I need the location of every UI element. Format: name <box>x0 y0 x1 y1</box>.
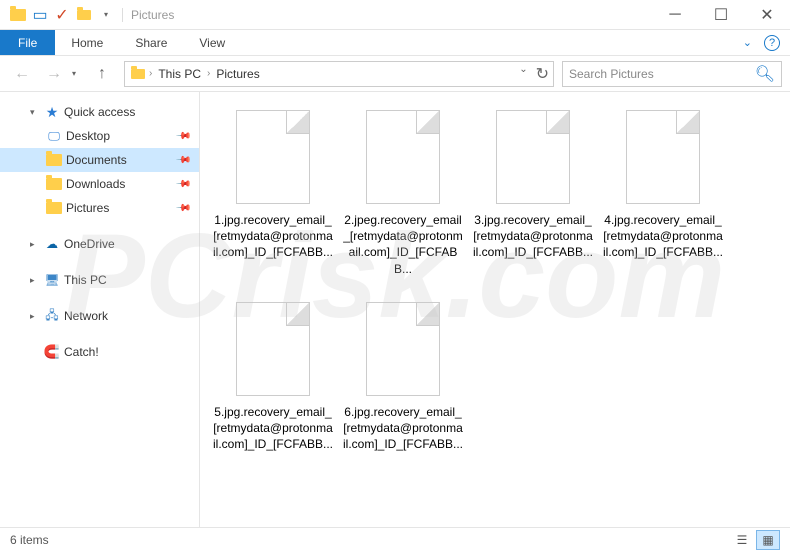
file-icon <box>496 110 570 204</box>
pin-icon: 📌 <box>174 176 191 193</box>
details-view-button[interactable]: ☰ <box>730 530 754 550</box>
window-title: Pictures <box>122 8 174 22</box>
ribbon-file-tab[interactable]: File <box>0 30 55 55</box>
file-icon <box>236 302 310 396</box>
file-item[interactable]: 1.jpg.recovery_email_[retmydata@protonma… <box>208 104 338 296</box>
magnet-icon: 🧲 <box>44 344 60 360</box>
search-placeholder: Search Pictures <box>569 67 755 81</box>
sidebar-quick-access[interactable]: ▾ ★ Quick access <box>0 100 199 124</box>
pc-icon: 🖥 <box>44 272 60 288</box>
address-dropdown-icon[interactable]: ⌄ <box>519 64 527 84</box>
file-icon <box>626 110 700 204</box>
maximize-button[interactable]: ☐ <box>698 0 744 30</box>
status-bar: 6 items ☰ ▦ <box>0 527 790 551</box>
breadcrumb-sep: › <box>147 68 154 79</box>
sidebar-thispc[interactable]: ▸ 🖥 This PC <box>0 268 199 292</box>
qat-dropdown-icon[interactable]: ▾ <box>96 4 116 26</box>
pin-icon: 📌 <box>174 152 191 169</box>
file-item[interactable]: 6.jpg.recovery_email_[retmydata@protonma… <box>338 296 468 488</box>
folder-icon <box>46 200 62 216</box>
qat-properties-icon[interactable]: ▭ <box>30 4 50 26</box>
pin-icon: 📌 <box>174 128 191 145</box>
navigation-bar: ← → ▾ ↑ › This PC › Pictures ⌄ ↻ Search … <box>0 56 790 92</box>
sidebar-item-pictures[interactable]: Pictures 📌 <box>0 196 199 220</box>
network-icon: 🖧 <box>44 308 60 324</box>
file-item[interactable]: 5.jpg.recovery_email_[retmydata@protonma… <box>208 296 338 488</box>
sidebar-item-downloads[interactable]: Downloads 📌 <box>0 172 199 196</box>
item-count: 6 items <box>10 533 49 547</box>
documents-label: Documents <box>66 153 127 167</box>
sidebar-onedrive[interactable]: ▸ ☁ OneDrive <box>0 232 199 256</box>
forward-button[interactable]: → <box>40 60 68 88</box>
history-dropdown[interactable]: ▾ <box>72 69 84 78</box>
minimize-button[interactable]: ─ <box>652 0 698 30</box>
search-box[interactable]: Search Pictures 🔍︎ <box>562 61 782 87</box>
catch-label: Catch! <box>64 345 99 359</box>
refresh-icon[interactable]: ↻ <box>536 64 549 84</box>
onedrive-label: OneDrive <box>64 237 115 251</box>
ribbon-tab-share[interactable]: Share <box>119 30 183 55</box>
file-list[interactable]: 1.jpg.recovery_email_[retmydata@protonma… <box>200 92 790 527</box>
up-button[interactable]: ↑ <box>88 60 116 88</box>
file-name: 2.jpeg.recovery_email_[retmydata@protonm… <box>342 212 464 277</box>
sidebar-item-documents[interactable]: Documents 📌 <box>0 148 199 172</box>
desktop-icon: 🖵 <box>46 128 62 144</box>
app-icon[interactable] <box>8 4 28 26</box>
desktop-label: Desktop <box>66 129 110 143</box>
navigation-pane: ▾ ★ Quick access 🖵 Desktop 📌 Documents 📌… <box>0 92 200 527</box>
file-item[interactable]: 4.jpg.recovery_email_[retmydata@protonma… <box>598 104 728 296</box>
caret-right-icon: ▸ <box>30 239 40 250</box>
pictures-label: Pictures <box>66 201 109 215</box>
ribbon: File Home Share View ⌄ ? <box>0 30 790 56</box>
qat-new-folder-icon[interactable] <box>74 4 94 26</box>
file-item[interactable]: 2.jpeg.recovery_email_[retmydata@protonm… <box>338 104 468 296</box>
caret-right-icon: ▸ <box>30 275 40 286</box>
file-name: 5.jpg.recovery_email_[retmydata@protonma… <box>212 404 334 453</box>
back-button[interactable]: ← <box>8 60 36 88</box>
quick-access-label: Quick access <box>64 105 135 119</box>
ribbon-expand-icon[interactable]: ⌄ <box>743 36 752 49</box>
search-icon[interactable]: 🔍︎ <box>755 64 775 84</box>
file-item[interactable]: 3.jpg.recovery_email_[retmydata@protonma… <box>468 104 598 296</box>
star-icon: ★ <box>44 104 60 120</box>
title-bar: ▭ ✓ ▾ Pictures ─ ☐ ✕ <box>0 0 790 30</box>
sidebar-network[interactable]: ▸ 🖧 Network <box>0 304 199 328</box>
thispc-label: This PC <box>64 273 107 287</box>
breadcrumb-sep: › <box>205 68 212 79</box>
location-folder-icon <box>129 65 147 83</box>
file-icon <box>366 110 440 204</box>
file-name: 4.jpg.recovery_email_[retmydata@protonma… <box>602 212 724 261</box>
breadcrumb-thispc[interactable]: This PC <box>154 67 205 81</box>
file-name: 6.jpg.recovery_email_[retmydata@protonma… <box>342 404 464 453</box>
sidebar-catch[interactable]: ▸ 🧲 Catch! <box>0 340 199 364</box>
help-icon[interactable]: ? <box>764 35 780 51</box>
file-icon <box>366 302 440 396</box>
breadcrumb-pictures[interactable]: Pictures <box>212 67 263 81</box>
folder-icon <box>46 176 62 192</box>
file-name: 1.jpg.recovery_email_[retmydata@protonma… <box>212 212 334 261</box>
sidebar-item-desktop[interactable]: 🖵 Desktop 📌 <box>0 124 199 148</box>
close-button[interactable]: ✕ <box>744 0 790 30</box>
downloads-label: Downloads <box>66 177 125 191</box>
pin-icon: 📌 <box>174 200 191 217</box>
folder-icon <box>46 152 62 168</box>
caret-right-icon: ▸ <box>30 311 40 322</box>
cloud-icon: ☁ <box>44 236 60 252</box>
file-icon <box>236 110 310 204</box>
qat-check-icon[interactable]: ✓ <box>52 4 72 26</box>
network-label: Network <box>64 309 108 323</box>
ribbon-tab-view[interactable]: View <box>183 30 241 55</box>
caret-down-icon: ▾ <box>30 107 40 118</box>
ribbon-tab-home[interactable]: Home <box>55 30 119 55</box>
icons-view-button[interactable]: ▦ <box>756 530 780 550</box>
file-name: 3.jpg.recovery_email_[retmydata@protonma… <box>472 212 594 261</box>
address-bar[interactable]: › This PC › Pictures ⌄ ↻ <box>124 61 554 87</box>
